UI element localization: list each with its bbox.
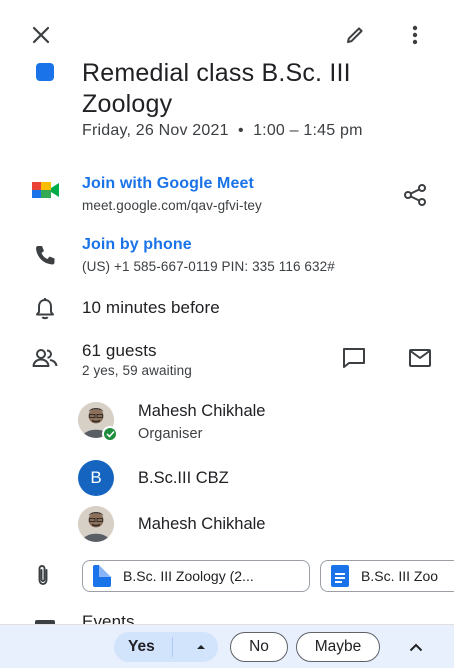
- close-icon: [32, 26, 50, 44]
- doc-icon: [331, 565, 349, 587]
- guest-row-organiser[interactable]: Mahesh Chikhale Organiser: [78, 396, 418, 446]
- guest-row[interactable]: Mahesh Chikhale: [78, 504, 418, 544]
- mail-icon: [409, 349, 431, 367]
- accepted-check-icon: [102, 426, 118, 442]
- guest-row[interactable]: B B.Sc.III CBZ: [78, 458, 418, 498]
- guests-count: 61 guests: [82, 341, 157, 360]
- edit-button[interactable]: [338, 18, 372, 52]
- rsvp-divider: [172, 637, 173, 657]
- chevron-up-icon: [409, 643, 423, 651]
- rsvp-bar: Yes No Maybe: [0, 624, 454, 668]
- rsvp-maybe-button[interactable]: Maybe: [296, 632, 380, 662]
- attachment-chip[interactable]: B.Sc. III Zoo: [320, 560, 454, 592]
- event-color-square: [36, 63, 54, 81]
- phone-icon: [34, 244, 56, 271]
- rsvp-maybe-label: Maybe: [314, 638, 362, 655]
- event-datetime: Friday, 26 Nov 2021 • 1:00 – 1:45 pm: [82, 122, 363, 139]
- guest-name: Mahesh Chikhale: [138, 515, 266, 533]
- join-meet-link[interactable]: Join with Google Meet: [82, 175, 254, 193]
- arrow-up-icon: [197, 645, 205, 649]
- reminder-text[interactable]: 10 minutes before: [82, 298, 220, 318]
- more-options-button[interactable]: [400, 18, 430, 52]
- phone-details[interactable]: (US) +1 585-667-0119 PIN: 335 116 632#: [82, 259, 335, 274]
- rsvp-yes-button[interactable]: Yes: [114, 632, 218, 662]
- bell-icon: [34, 297, 56, 326]
- avatar-initial: B: [90, 468, 102, 487]
- share-icon: [404, 184, 426, 206]
- avatar: B: [78, 460, 114, 496]
- attachment-label: B.Sc. III Zoo: [361, 568, 439, 584]
- rsvp-no-label: No: [249, 638, 269, 655]
- guest-name: B.Sc.III CBZ: [138, 469, 229, 487]
- google-meet-icon: [32, 180, 60, 205]
- file-icon: [93, 565, 111, 587]
- email-guests-button[interactable]: [402, 342, 438, 374]
- rsvp-no-button[interactable]: No: [230, 632, 288, 662]
- expand-rsvp-button[interactable]: [398, 632, 434, 662]
- more-vert-icon: [412, 25, 418, 45]
- rsvp-yes-label: Yes: [128, 638, 155, 655]
- rsvp-options-arrow[interactable]: [196, 632, 206, 662]
- share-button[interactable]: [398, 178, 432, 212]
- meet-url[interactable]: meet.google.com/qav-gfvi-tey: [82, 198, 262, 213]
- guests-summary: 2 yes, 59 awaiting: [82, 363, 192, 378]
- guest-role: Organiser: [138, 426, 203, 442]
- avatar: [78, 506, 114, 542]
- chat-icon: [343, 348, 365, 368]
- join-phone-link[interactable]: Join by phone: [82, 236, 192, 254]
- attachment-chip[interactable]: B.Sc. III Zoology (2...: [82, 560, 310, 592]
- pencil-icon: [347, 27, 363, 43]
- message-guests-button[interactable]: [336, 342, 372, 374]
- attachment-label: B.Sc. III Zoology (2...: [123, 568, 254, 584]
- event-title: Remedial class B.Sc. III Zoology: [82, 59, 351, 118]
- close-button[interactable]: [26, 20, 56, 50]
- guest-name: Mahesh Chikhale: [138, 402, 266, 420]
- guests-icon: [32, 348, 58, 373]
- attachment-icon: [36, 564, 50, 591]
